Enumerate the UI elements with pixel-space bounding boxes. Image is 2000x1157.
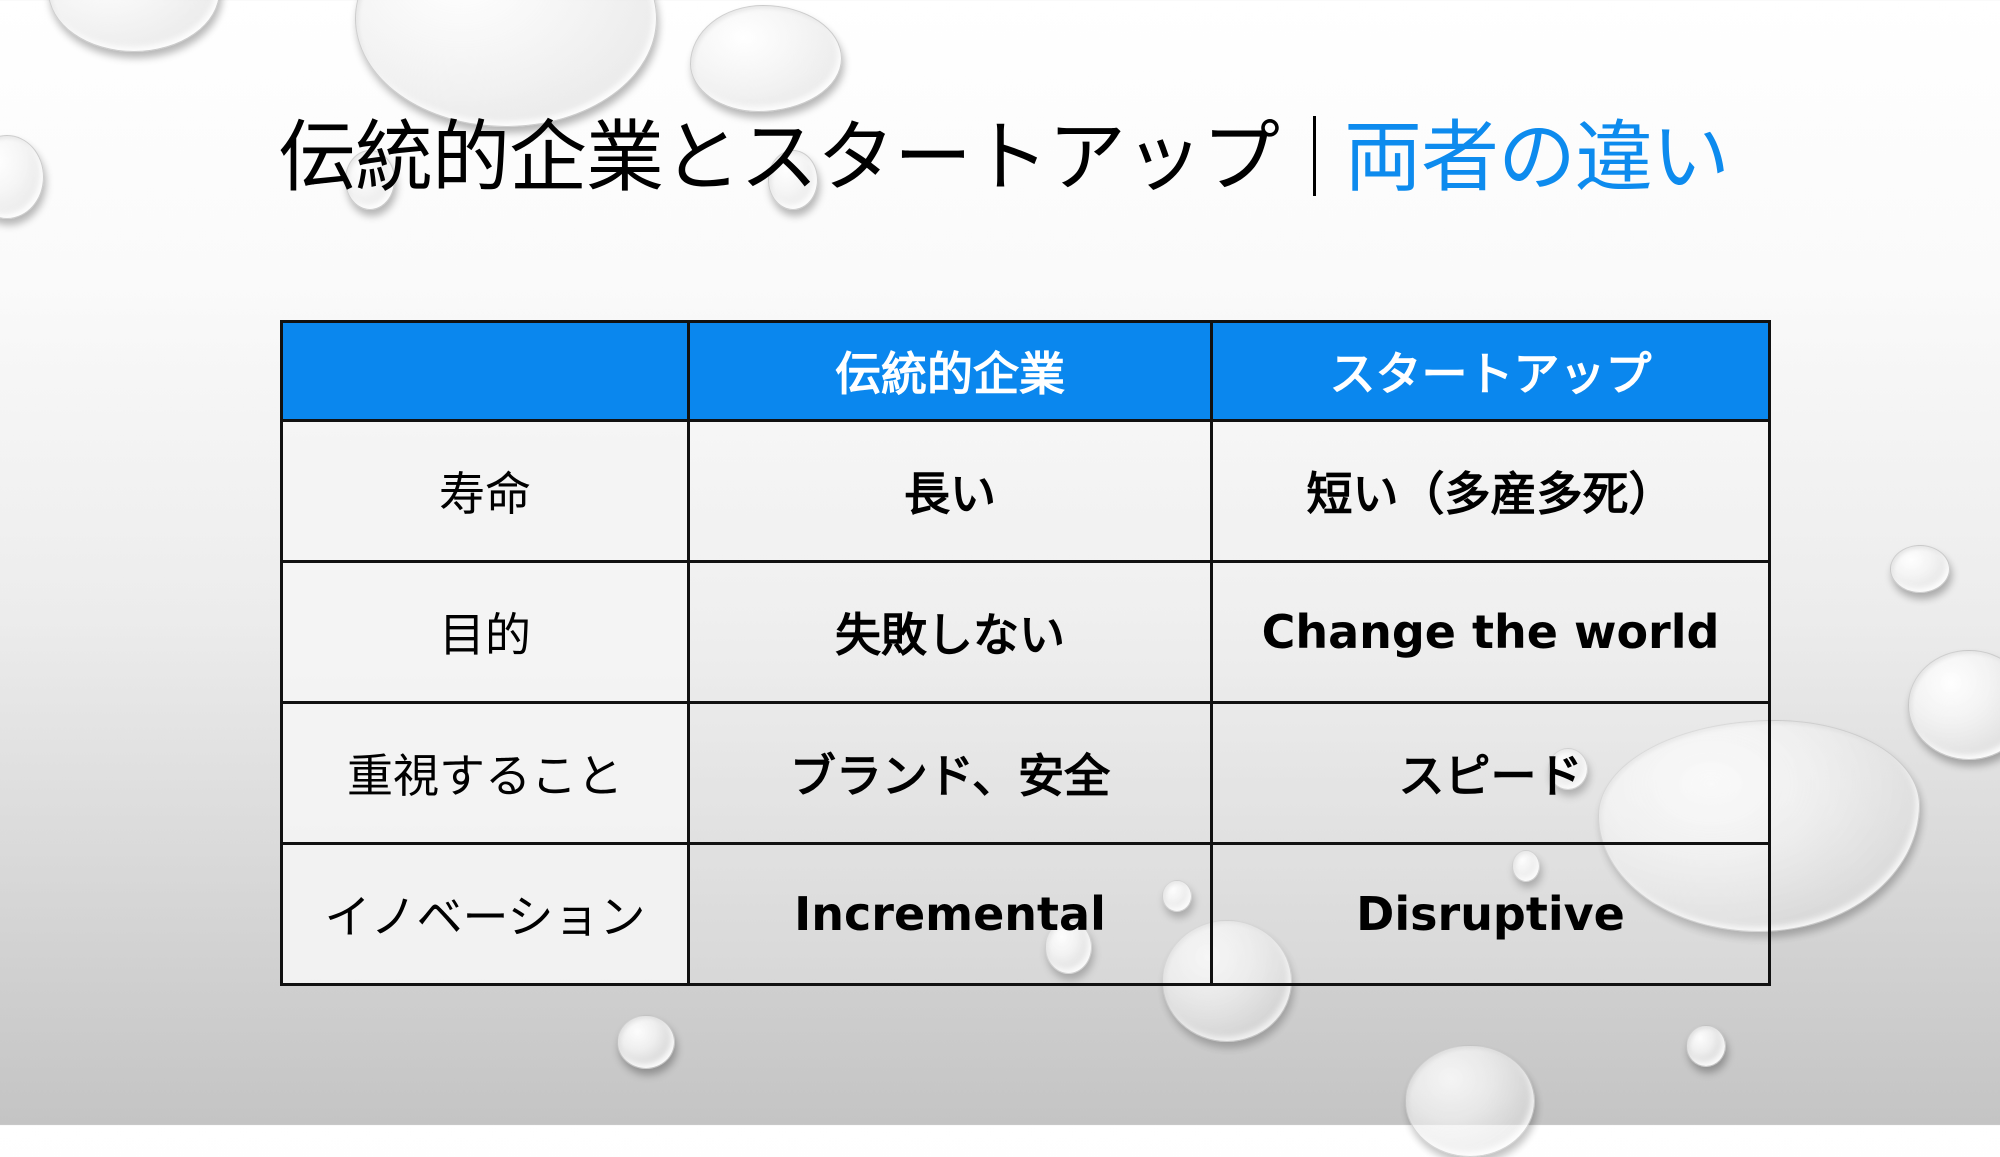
water-drop-decoration (1686, 1025, 1726, 1067)
water-drop-decoration (48, 0, 220, 52)
water-drop-decoration (0, 135, 44, 219)
table-row: イノベーション Incremental Disruptive (280, 842, 1771, 986)
cell-startup: Disruptive (1210, 842, 1771, 986)
water-drop-decoration (617, 1015, 675, 1069)
slide: 伝統的企業とスタートアップ 両者の違い 伝統的企業 スタートアップ 寿命 長い 短… (0, 0, 2000, 1157)
slide-title: 伝統的企業とスタートアップ 両者の違い (278, 108, 1730, 208)
cell-traditional: 失敗しない (687, 560, 1213, 704)
header-startup: スタートアップ (1210, 320, 1771, 422)
title-separator (1313, 116, 1317, 196)
cell-startup: スピード (1210, 701, 1771, 845)
water-drop-decoration (690, 5, 842, 112)
cell-startup: 短い（多産多死） (1210, 419, 1771, 563)
table-row: 寿命 長い 短い（多産多死） (280, 419, 1771, 563)
row-label: 寿命 (280, 419, 690, 563)
title-accent: 両者の違い (1344, 113, 1730, 203)
water-drop-decoration (1908, 650, 2000, 760)
title-main: 伝統的企業とスタートアップ (278, 113, 1280, 203)
table-row: 重視すること ブランド、安全 スピード (280, 701, 1771, 845)
row-label: イノベーション (280, 842, 690, 986)
cell-startup: Change the world (1210, 560, 1771, 704)
header-empty (280, 320, 690, 422)
row-label: 目的 (280, 560, 690, 704)
cell-traditional: 長い (687, 419, 1213, 563)
table-row: 目的 失敗しない Change the world (280, 560, 1771, 704)
row-label: 重視すること (280, 701, 690, 845)
comparison-table: 伝統的企業 スタートアップ 寿命 長い 短い（多産多死） 目的 失敗しない Ch… (280, 320, 1771, 986)
table-header-row: 伝統的企業 スタートアップ (280, 320, 1771, 422)
water-drop-decoration (1405, 1045, 1535, 1157)
cell-traditional: ブランド、安全 (687, 701, 1213, 845)
water-drop-decoration (1890, 545, 1950, 593)
header-traditional: 伝統的企業 (687, 320, 1213, 422)
cell-traditional: Incremental (687, 842, 1213, 986)
